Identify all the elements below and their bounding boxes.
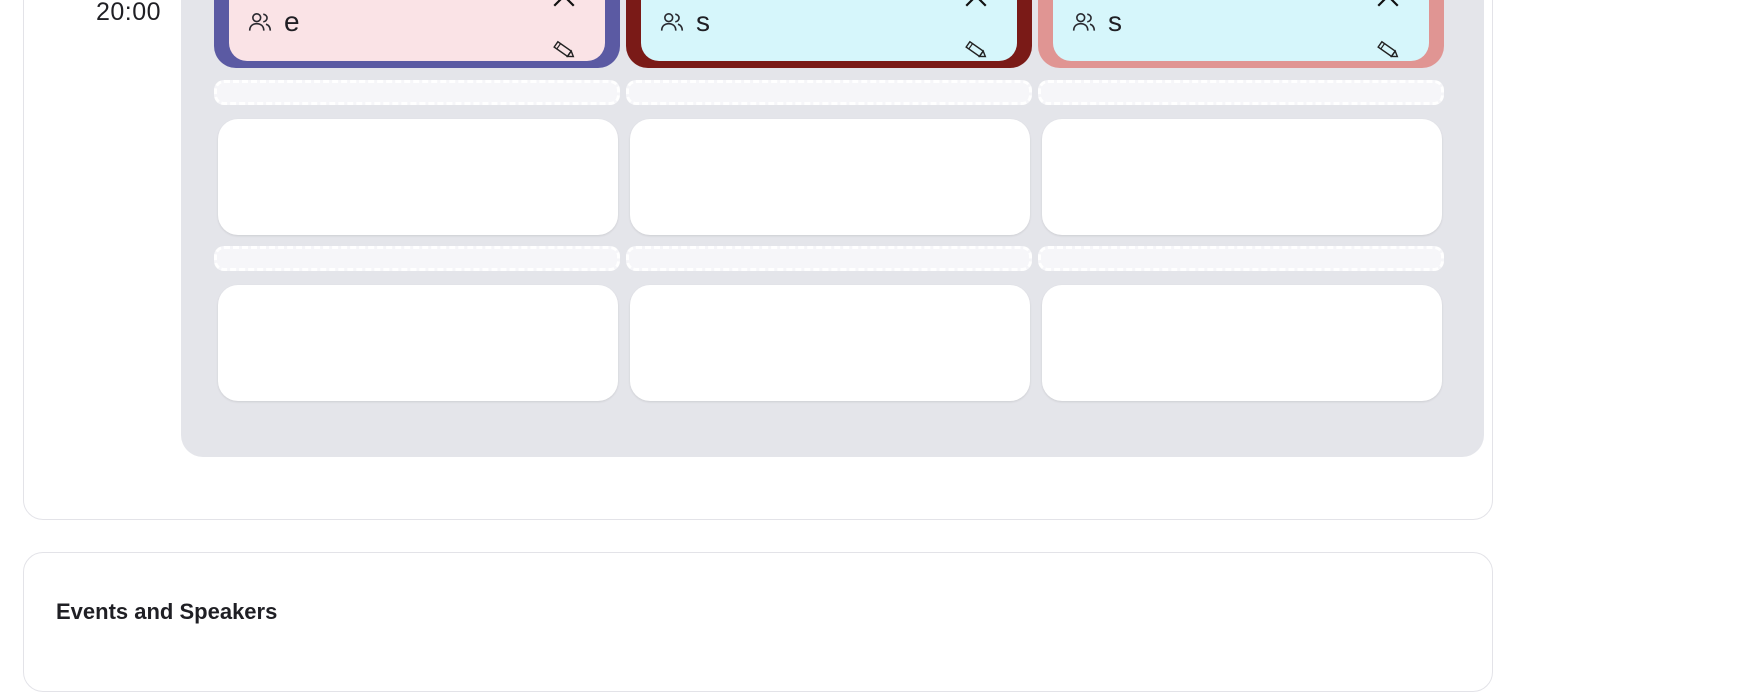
pencil-icon[interactable] <box>963 37 989 63</box>
drop-zone[interactable] <box>214 246 620 271</box>
session-block[interactable]: s <box>626 0 1032 68</box>
session-content: e <box>229 0 605 61</box>
empty-slot[interactable] <box>1042 119 1442 235</box>
people-icon <box>1072 12 1096 31</box>
drop-zone[interactable] <box>626 80 1032 105</box>
session-name: e <box>284 6 300 37</box>
session-block[interactable]: e <box>214 0 620 68</box>
empty-slot[interactable] <box>218 119 618 235</box>
close-icon[interactable] <box>963 0 989 9</box>
session-name: s <box>696 6 710 37</box>
schedule-card: 20:00 e s s <box>23 0 1493 520</box>
pencil-icon[interactable] <box>1375 37 1401 63</box>
schedule-grid: e s s <box>181 0 1484 457</box>
drop-zone[interactable] <box>1038 246 1444 271</box>
drop-zone[interactable] <box>214 80 620 105</box>
empty-slot[interactable] <box>630 119 1030 235</box>
events-card: Events and Speakers <box>23 552 1493 692</box>
drop-zone[interactable] <box>626 246 1032 271</box>
people-icon <box>660 12 684 31</box>
pencil-icon[interactable] <box>551 37 577 63</box>
time-label: 20:00 <box>96 0 162 26</box>
session-content: s <box>1053 0 1429 61</box>
section-title: Events and Speakers <box>56 599 278 624</box>
empty-slot[interactable] <box>1042 285 1442 401</box>
people-icon <box>248 12 272 31</box>
session-name: s <box>1108 6 1122 37</box>
session-content: s <box>641 0 1017 61</box>
session-block[interactable]: s <box>1038 0 1444 68</box>
close-icon[interactable] <box>1375 0 1401 9</box>
empty-slot[interactable] <box>630 285 1030 401</box>
empty-slot[interactable] <box>218 285 618 401</box>
close-icon[interactable] <box>551 0 577 9</box>
drop-zone[interactable] <box>1038 80 1444 105</box>
